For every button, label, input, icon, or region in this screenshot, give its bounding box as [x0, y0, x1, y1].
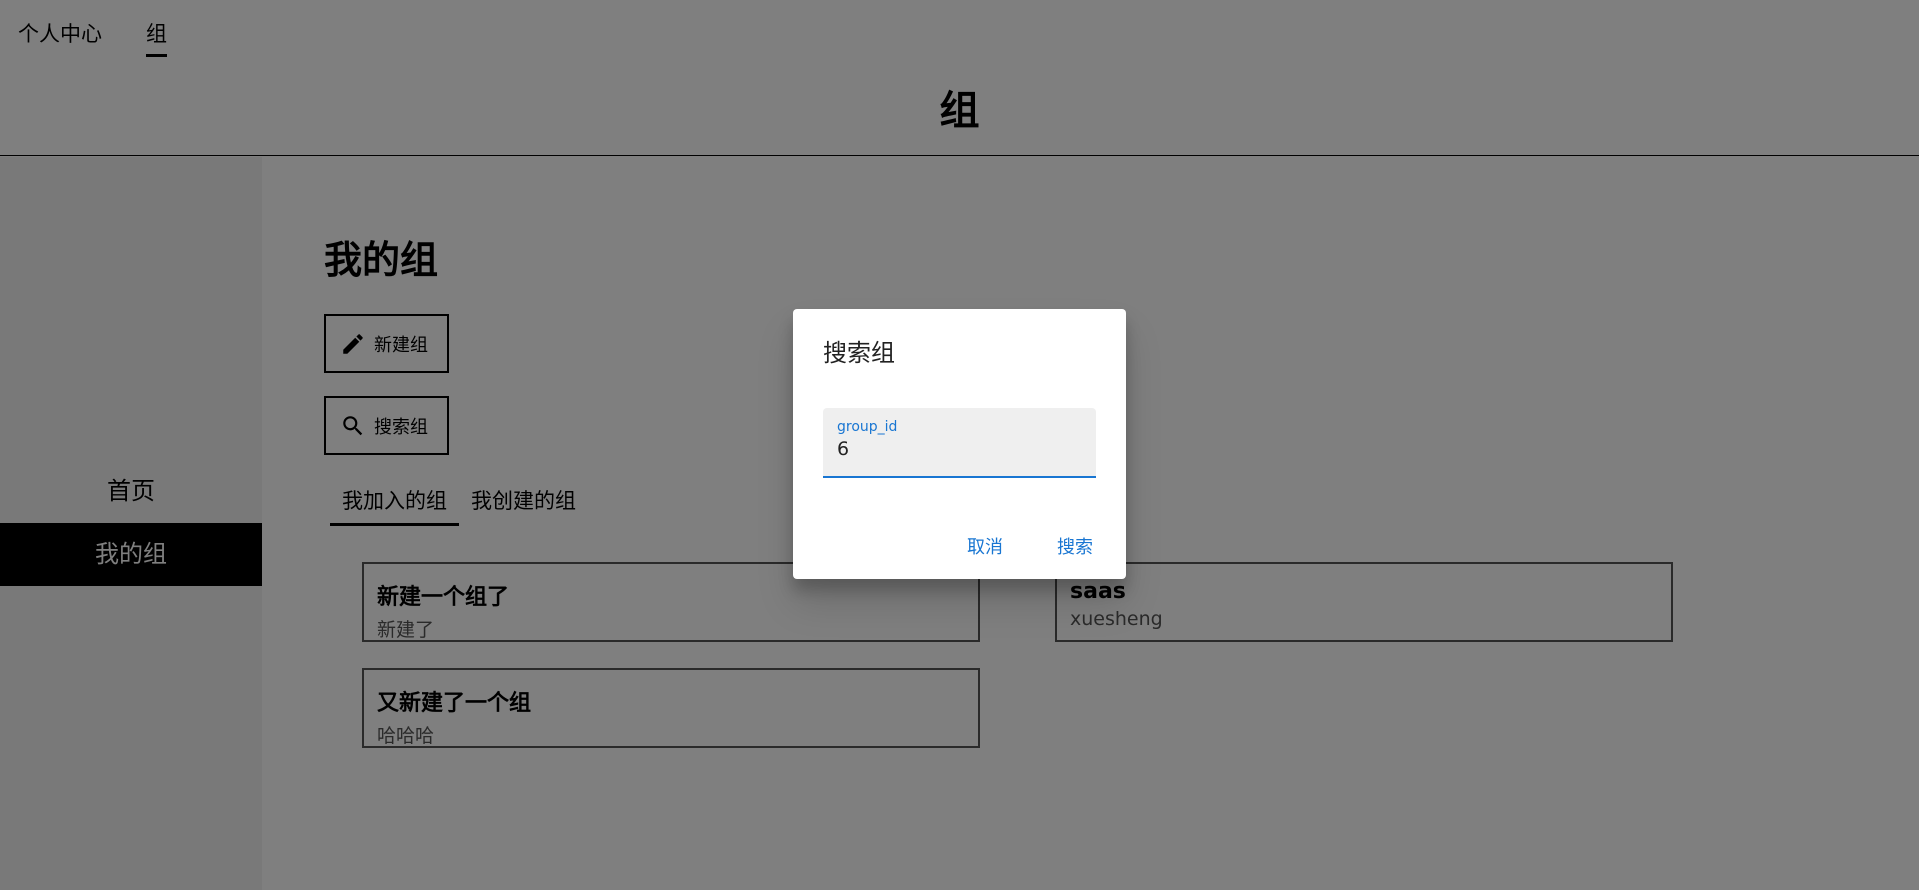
- group-id-label: group_id: [837, 419, 898, 435]
- search-group-dialog: 搜索组 group_id 取消 搜索: [793, 309, 1126, 579]
- group-id-field: group_id: [823, 408, 1096, 478]
- group-id-input[interactable]: [837, 438, 1087, 460]
- cancel-button[interactable]: 取消: [967, 533, 1003, 559]
- search-button[interactable]: 搜索: [1057, 533, 1093, 559]
- dialog-title: 搜索组: [823, 339, 895, 367]
